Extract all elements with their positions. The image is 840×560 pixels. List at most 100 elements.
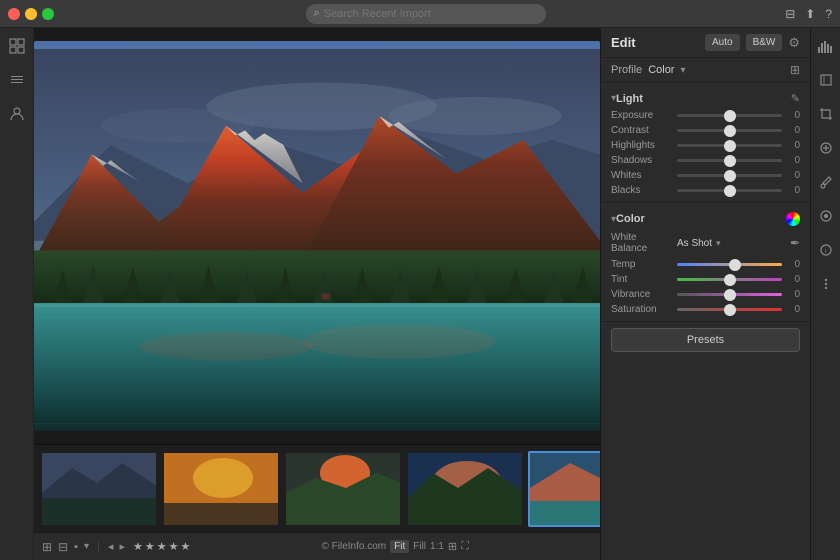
light-section-title: Light: [616, 93, 791, 105]
help-icon[interactable]: ?: [825, 7, 832, 21]
prev-icon[interactable]: ◂: [108, 540, 114, 553]
blacks-slider[interactable]: [677, 189, 782, 192]
shadows-slider-row: Shadows 0: [601, 153, 810, 168]
temp-slider[interactable]: [677, 263, 782, 266]
heal-icon[interactable]: [816, 138, 836, 158]
left-sidebar: [0, 28, 34, 560]
tint-value: 0: [786, 274, 800, 285]
contrast-slider[interactable]: [677, 129, 782, 132]
detail-view-icon[interactable]: ⊟: [58, 540, 68, 554]
color-section-header[interactable]: ▾ Color: [601, 207, 810, 229]
filter-icon[interactable]: ⊟: [785, 7, 795, 21]
saturation-thumb[interactable]: [724, 304, 736, 316]
list-view-chevron[interactable]: ▾: [84, 541, 89, 552]
filmstrip-thumb-5[interactable]: [528, 451, 600, 527]
grid-icon[interactable]: ⊞: [448, 540, 457, 553]
edit-header: Edit Auto B&W ⚙: [601, 28, 810, 58]
minimize-button[interactable]: [25, 8, 37, 20]
wb-eyedropper-icon[interactable]: ✒: [790, 236, 800, 250]
vibrance-slider[interactable]: [677, 293, 782, 296]
tint-slider[interactable]: [677, 278, 782, 281]
exposure-thumb[interactable]: [724, 110, 736, 122]
filmstrip-thumb-1[interactable]: [40, 451, 158, 527]
blacks-thumb[interactable]: [724, 185, 736, 197]
view-icons: ⊞ ⊟ ▪ ▾: [42, 540, 89, 554]
whites-label: Whites: [611, 170, 673, 181]
wb-value: As Shot: [677, 238, 712, 249]
adjust-icon[interactable]: [816, 206, 836, 226]
profile-row: Profile Color ▾ ⊞: [601, 58, 810, 83]
search-input[interactable]: [324, 8, 538, 20]
bw-button[interactable]: B&W: [746, 34, 783, 51]
fill-label[interactable]: Fill: [413, 541, 426, 552]
star-3[interactable]: ★: [157, 540, 167, 553]
info-icon[interactable]: i: [816, 240, 836, 260]
sidebar-people-icon[interactable]: [7, 104, 27, 124]
tint-slider-row: Tint 0: [601, 272, 810, 287]
color-target-icon[interactable]: [786, 212, 800, 226]
temp-slider-row: Temp 0: [601, 257, 810, 272]
filmstrip-thumb-2[interactable]: [162, 451, 280, 527]
vibrance-thumb[interactable]: [724, 289, 736, 301]
photo-canvas: [34, 28, 600, 444]
star-5[interactable]: ★: [180, 540, 190, 553]
next-icon[interactable]: ▸: [119, 540, 125, 553]
star-4[interactable]: ★: [169, 540, 179, 553]
shadows-thumb[interactable]: [724, 155, 736, 167]
profile-dropdown-icon[interactable]: ▾: [680, 65, 685, 76]
more-icon[interactable]: [816, 274, 836, 294]
maximize-button[interactable]: [42, 8, 54, 20]
svg-text:i: i: [825, 248, 827, 255]
grid-view-icon[interactable]: ⊞: [42, 540, 52, 554]
star-1[interactable]: ★: [133, 540, 143, 553]
saturation-slider[interactable]: [677, 308, 782, 311]
contrast-thumb[interactable]: [724, 125, 736, 137]
edit-icon[interactable]: [816, 70, 836, 90]
light-section-header[interactable]: ▾ Light ✎: [601, 87, 810, 108]
histogram-icon[interactable]: [816, 36, 836, 56]
saturation-value: 0: [786, 304, 800, 315]
center-area: ⊞ ⊟ ▪ ▾ | ◂ ▸ ★ ★ ★ ★ ★ © FileInfo.com F…: [34, 28, 600, 560]
square-view-icon[interactable]: ▪: [74, 541, 78, 553]
share-icon[interactable]: ⬆: [805, 7, 815, 21]
whites-slider[interactable]: [677, 174, 782, 177]
sidebar-navigator-icon[interactable]: [7, 36, 27, 56]
shadows-slider[interactable]: [677, 159, 782, 162]
star-2[interactable]: ★: [145, 540, 155, 553]
search-input-wrap[interactable]: ⌕: [306, 4, 546, 24]
nav-icons: ◂ ▸: [108, 540, 125, 553]
exposure-slider[interactable]: [677, 114, 782, 117]
tint-thumb[interactable]: [724, 274, 736, 286]
close-button[interactable]: [8, 8, 20, 20]
saturation-slider-row: Saturation 0: [601, 302, 810, 317]
brush-icon[interactable]: [816, 172, 836, 192]
profile-grid-icon[interactable]: ⊞: [790, 63, 800, 77]
filmstrip-thumb-3[interactable]: [284, 451, 402, 527]
vibrance-label: Vibrance: [611, 289, 673, 300]
highlights-thumb[interactable]: [724, 140, 736, 152]
presets-button[interactable]: Presets: [611, 328, 800, 352]
whites-thumb[interactable]: [724, 170, 736, 182]
highlights-slider[interactable]: [677, 144, 782, 147]
highlights-value: 0: [786, 140, 800, 151]
main-photo: [34, 41, 600, 431]
auto-button[interactable]: Auto: [705, 34, 740, 51]
ratio-label[interactable]: 1:1: [430, 541, 444, 552]
fit-label[interactable]: Fit: [390, 540, 409, 553]
star-rating[interactable]: ★ ★ ★ ★ ★: [133, 540, 190, 553]
traffic-lights: [8, 8, 54, 20]
profile-value: Color: [648, 64, 674, 76]
blacks-label: Blacks: [611, 185, 673, 196]
settings-icon[interactable]: ⚙: [788, 35, 800, 51]
highlights-label: Highlights: [611, 140, 673, 151]
sidebar-catalog-icon[interactable]: [7, 70, 27, 90]
highlights-slider-row: Highlights 0: [601, 138, 810, 153]
right-edit-panel: Edit Auto B&W ⚙ Profile Color ▾ ⊞ ▾ Ligh…: [600, 28, 810, 560]
filmstrip-thumb-4[interactable]: [406, 451, 524, 527]
light-auto-icon[interactable]: ✎: [791, 92, 800, 105]
wb-dropdown-icon[interactable]: ▾: [716, 238, 721, 249]
crop-icon[interactable]: [816, 104, 836, 124]
expand-icon[interactable]: ⛶: [461, 540, 469, 553]
thumb-image-3: [286, 453, 400, 525]
temp-thumb[interactable]: [729, 259, 741, 271]
